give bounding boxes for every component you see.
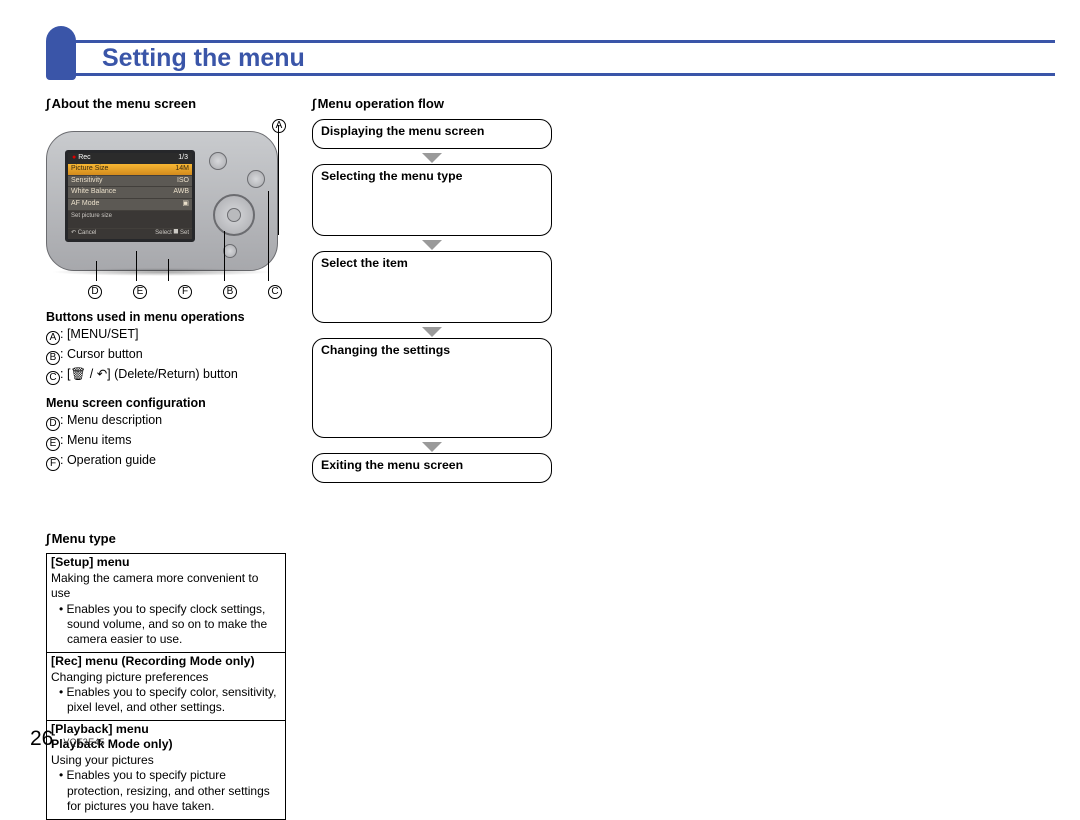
page-footer: 26 VQT3E45 — [30, 726, 105, 753]
page-title: Setting the menu — [64, 40, 1055, 76]
lcd-set: Select ⯀ Set — [155, 230, 189, 238]
lcd-page: 1/3 — [178, 154, 188, 163]
flow-step-5: Exiting the menu screen — [312, 453, 552, 483]
camera-button-delete — [247, 170, 265, 188]
down-arrow-icon — [422, 153, 442, 163]
label-E: E — [133, 285, 147, 299]
heading-buttons-used: Buttons used in menu operations — [46, 309, 286, 325]
label-C: C — [268, 285, 282, 299]
menu-type-setup: [Setup] menu Making the camera more conv… — [47, 554, 285, 652]
flow-step-2: Selecting the menu type — [312, 164, 552, 236]
flow-step-4: Changing the settings — [312, 338, 552, 438]
camera-button-top — [209, 152, 227, 170]
label-D: D — [88, 285, 102, 299]
title-bar: Setting the menu — [46, 40, 1055, 80]
menu-type-table: [Setup] menu Making the camera more conv… — [46, 553, 286, 819]
label-A: A — [272, 119, 286, 133]
page-number: 26 — [30, 726, 53, 753]
camera-cursor-dial — [213, 194, 255, 236]
document-id: VQT3E45 — [63, 737, 105, 749]
right-column: Menu operation flow Displaying the menu … — [312, 92, 552, 820]
leader-line — [168, 259, 169, 281]
lcd-row1: Picture Size — [71, 165, 108, 174]
down-arrow-icon — [422, 240, 442, 250]
heading-operation-flow: Menu operation flow — [312, 96, 552, 113]
lcd-mode: Rec — [72, 154, 91, 163]
left-column: About the menu screen A Rec 1/3 Picture S… — [46, 92, 286, 820]
camera-body: Rec1/3 Picture Size14M SensitivityISO Wh… — [46, 131, 278, 271]
desc-B: B: Cursor button — [46, 346, 286, 365]
camera-button-menuset — [223, 244, 237, 258]
label-F: F — [178, 285, 192, 299]
heading-menu-type: Menu type — [46, 531, 286, 548]
flow-step-1: Displaying the menu screen — [312, 119, 552, 149]
desc-D: D: Menu description — [46, 412, 286, 431]
desc-C: C: [🗑 / ↶] (Delete/Return) button — [46, 366, 286, 385]
desc-E: E: Menu items — [46, 432, 286, 451]
lcd-row2: Sensitivity — [71, 177, 103, 186]
bullet: Enables you to specify color, sensitivit… — [67, 685, 281, 716]
lcd-row3: White Balance — [71, 188, 116, 197]
leader-line — [224, 231, 225, 281]
bullet: Enables you to specify clock settings, s… — [67, 602, 281, 648]
lcd-cancel: ↶ Cancel — [71, 230, 96, 238]
leader-line — [278, 125, 279, 235]
content-columns: About the menu screen A Rec 1/3 Picture S… — [46, 92, 1055, 820]
heading-screen-config: Menu screen configuration — [46, 395, 286, 411]
menu-type-rec: [Rec] menu (Recording Mode only) Changin… — [47, 652, 285, 720]
down-arrow-icon — [422, 327, 442, 337]
leader-line — [268, 191, 269, 281]
manual-page: Setting the menu About the menu screen A… — [0, 0, 1080, 765]
down-arrow-icon — [422, 442, 442, 452]
camera-figure: A Rec1/3 Picture Size14M SensitivityISO … — [46, 119, 286, 299]
tab-cap-shape — [46, 26, 76, 80]
desc-F: F: Operation guide — [46, 452, 286, 471]
heading-about-menu-screen: About the menu screen — [46, 96, 286, 113]
label-B: B — [223, 285, 237, 299]
leader-line — [136, 251, 137, 281]
lcd-desc: Set picture size — [68, 211, 192, 228]
lcd-row4: AF Mode — [71, 200, 99, 209]
leader-line — [96, 261, 97, 281]
flow-step-3: Select the item — [312, 251, 552, 323]
desc-A: A: [MENU/SET] — [46, 326, 286, 345]
camera-lcd: Rec1/3 Picture Size14M SensitivityISO Wh… — [65, 150, 195, 242]
bullet: Enables you to specify picture protectio… — [67, 768, 281, 814]
